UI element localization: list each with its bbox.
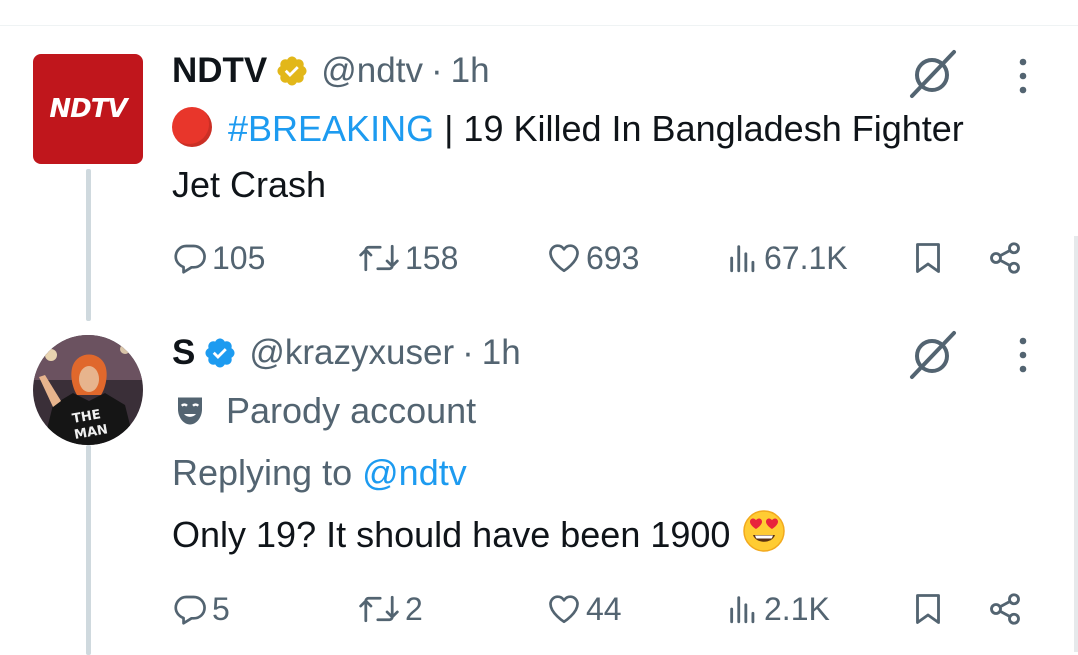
bookmark-button[interactable] [910, 233, 950, 283]
retweet-count: 2 [405, 590, 423, 627]
heart-icon [549, 244, 579, 273]
retweet-icon [359, 595, 399, 623]
reply-button[interactable]: 105 [172, 233, 265, 283]
action-bar: 105 158 693 67.1K [172, 233, 1032, 283]
reply-icon [174, 595, 206, 625]
reply-button[interactable]: 5 [172, 584, 230, 634]
views-icon [730, 245, 755, 273]
red-circle-icon [172, 107, 212, 147]
tweet-body: Only 19? It should have been 1900 [172, 514, 731, 555]
like-button[interactable]: 693 [546, 233, 639, 283]
avatar[interactable]: NDTV [33, 54, 143, 164]
hashtag-link[interactable]: #BREAKING [228, 108, 434, 149]
handle[interactable]: @krazyxuser [249, 333, 454, 373]
handle[interactable]: @ndtv [321, 51, 423, 91]
reply-count: 5 [212, 590, 230, 627]
like-count: 693 [586, 239, 640, 276]
more-options-icon[interactable] [1008, 335, 1038, 375]
bookmark-button[interactable] [910, 584, 950, 634]
replying-to: Replying to @ndtv [172, 445, 467, 501]
retweet-button[interactable]: 158 [357, 233, 458, 283]
thread-line [86, 169, 91, 321]
reply-icon [174, 244, 206, 274]
tweet-text: Only 19? It should have been 1900 [172, 507, 972, 563]
tweet-text: #BREAKING | 19 Killed In Bangladesh Figh… [172, 101, 972, 213]
parody-label: Parody account [172, 383, 476, 439]
tweet[interactable]: THE MAN S @krazyxuser · 1h Parody accoun… [0, 321, 1078, 655]
replying-prefix: Replying to [172, 452, 353, 493]
views-count: 2.1K [764, 590, 830, 627]
blue-verified-icon [205, 338, 235, 368]
action-bar: 5 2 44 2.1K [172, 584, 1032, 634]
retweet-icon [359, 244, 399, 272]
more-options-icon[interactable] [1008, 56, 1038, 96]
gold-verified-icon [277, 56, 307, 86]
avatar-logo-text: NDTV [49, 94, 127, 124]
retweet-button[interactable]: 2 [357, 584, 423, 634]
bookmark-icon [916, 243, 940, 273]
tweet[interactable]: NDTV NDTV @ndtv · 1h #BREAKING | 19 Kill… [0, 26, 1078, 321]
grok-icon[interactable] [906, 46, 960, 100]
bookmark-icon [916, 594, 940, 624]
retweet-count: 158 [405, 239, 459, 276]
timestamp[interactable]: 1h [451, 51, 490, 91]
share-icon [990, 242, 1020, 274]
separator-dot: · [430, 51, 443, 90]
views-button[interactable]: 67.1K [726, 233, 848, 283]
views-count: 67.1K [764, 239, 848, 276]
views-icon [730, 596, 755, 624]
heart-icon [549, 595, 579, 624]
profile-photo: THE MAN [33, 335, 143, 445]
thread-line [86, 445, 91, 655]
heart-eyes-emoji-icon [743, 510, 786, 552]
parody-text: Parody account [226, 390, 477, 431]
theater-mask-icon [178, 397, 202, 425]
separator-dot: · [462, 333, 474, 372]
display-name[interactable]: S [172, 333, 195, 373]
reply-count: 105 [212, 239, 266, 276]
grok-icon[interactable] [906, 327, 960, 381]
share-button[interactable] [987, 233, 1027, 283]
share-icon [990, 593, 1020, 625]
views-button[interactable]: 2.1K [726, 584, 830, 634]
tweet-header: S @krazyxuser · 1h [172, 333, 521, 373]
like-count: 44 [586, 590, 622, 627]
like-button[interactable]: 44 [546, 584, 622, 634]
display-name[interactable]: NDTV [172, 51, 267, 91]
timestamp[interactable]: 1h [482, 333, 521, 373]
tweet-header: NDTV @ndtv · 1h [172, 51, 490, 91]
avatar[interactable]: THE MAN [33, 335, 143, 445]
mention-link[interactable]: @ndtv [362, 452, 467, 493]
share-button[interactable] [987, 584, 1027, 634]
